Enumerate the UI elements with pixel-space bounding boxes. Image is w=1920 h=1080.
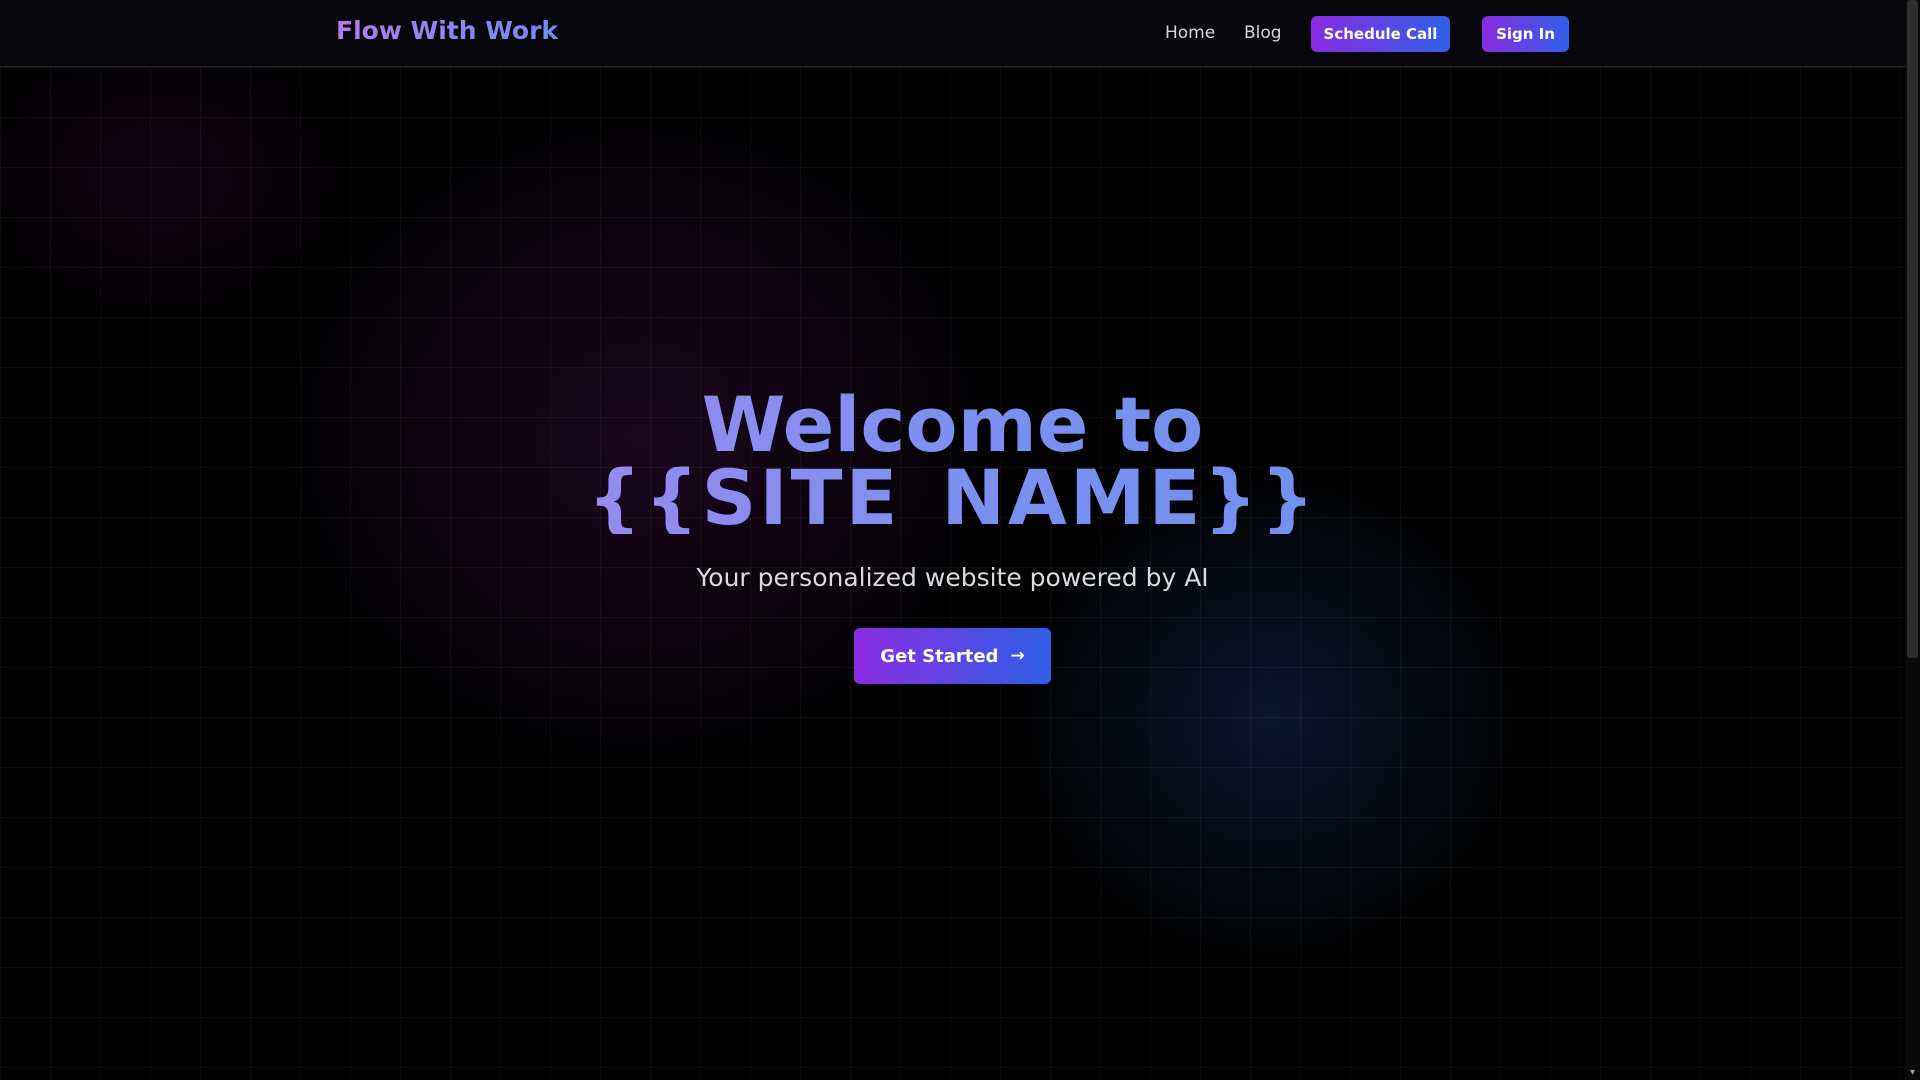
hero-title-line-2: {{SITE_NAME}} — [0, 460, 1905, 536]
hero-title: Welcome to {{SITE_NAME}} — [0, 387, 1905, 536]
sign-in-button[interactable]: Sign In — [1482, 16, 1569, 52]
scroll-down-arrow-icon[interactable]: ▾ — [1905, 1065, 1920, 1080]
hero-title-line-1: Welcome to — [0, 387, 1905, 463]
nav-link-home[interactable]: Home — [1165, 23, 1215, 43]
schedule-call-button[interactable]: Schedule Call — [1311, 16, 1450, 52]
page: Flow With Work Home Blog Schedule Call S… — [0, 0, 1905, 1080]
navbar: Flow With Work Home Blog Schedule Call S… — [0, 0, 1905, 67]
nav-link-blog[interactable]: Blog — [1244, 23, 1282, 43]
vertical-scrollbar[interactable]: ▾ — [1905, 0, 1920, 1080]
brand-logo[interactable]: Flow With Work — [336, 16, 558, 45]
hero-subtitle: Your personalized website powered by AI — [696, 563, 1209, 592]
arrow-right-icon: → — [1010, 645, 1025, 666]
scrollbar-thumb[interactable] — [1907, 0, 1918, 658]
get-started-button[interactable]: Get Started → — [854, 628, 1051, 684]
get-started-label: Get Started — [880, 645, 999, 667]
